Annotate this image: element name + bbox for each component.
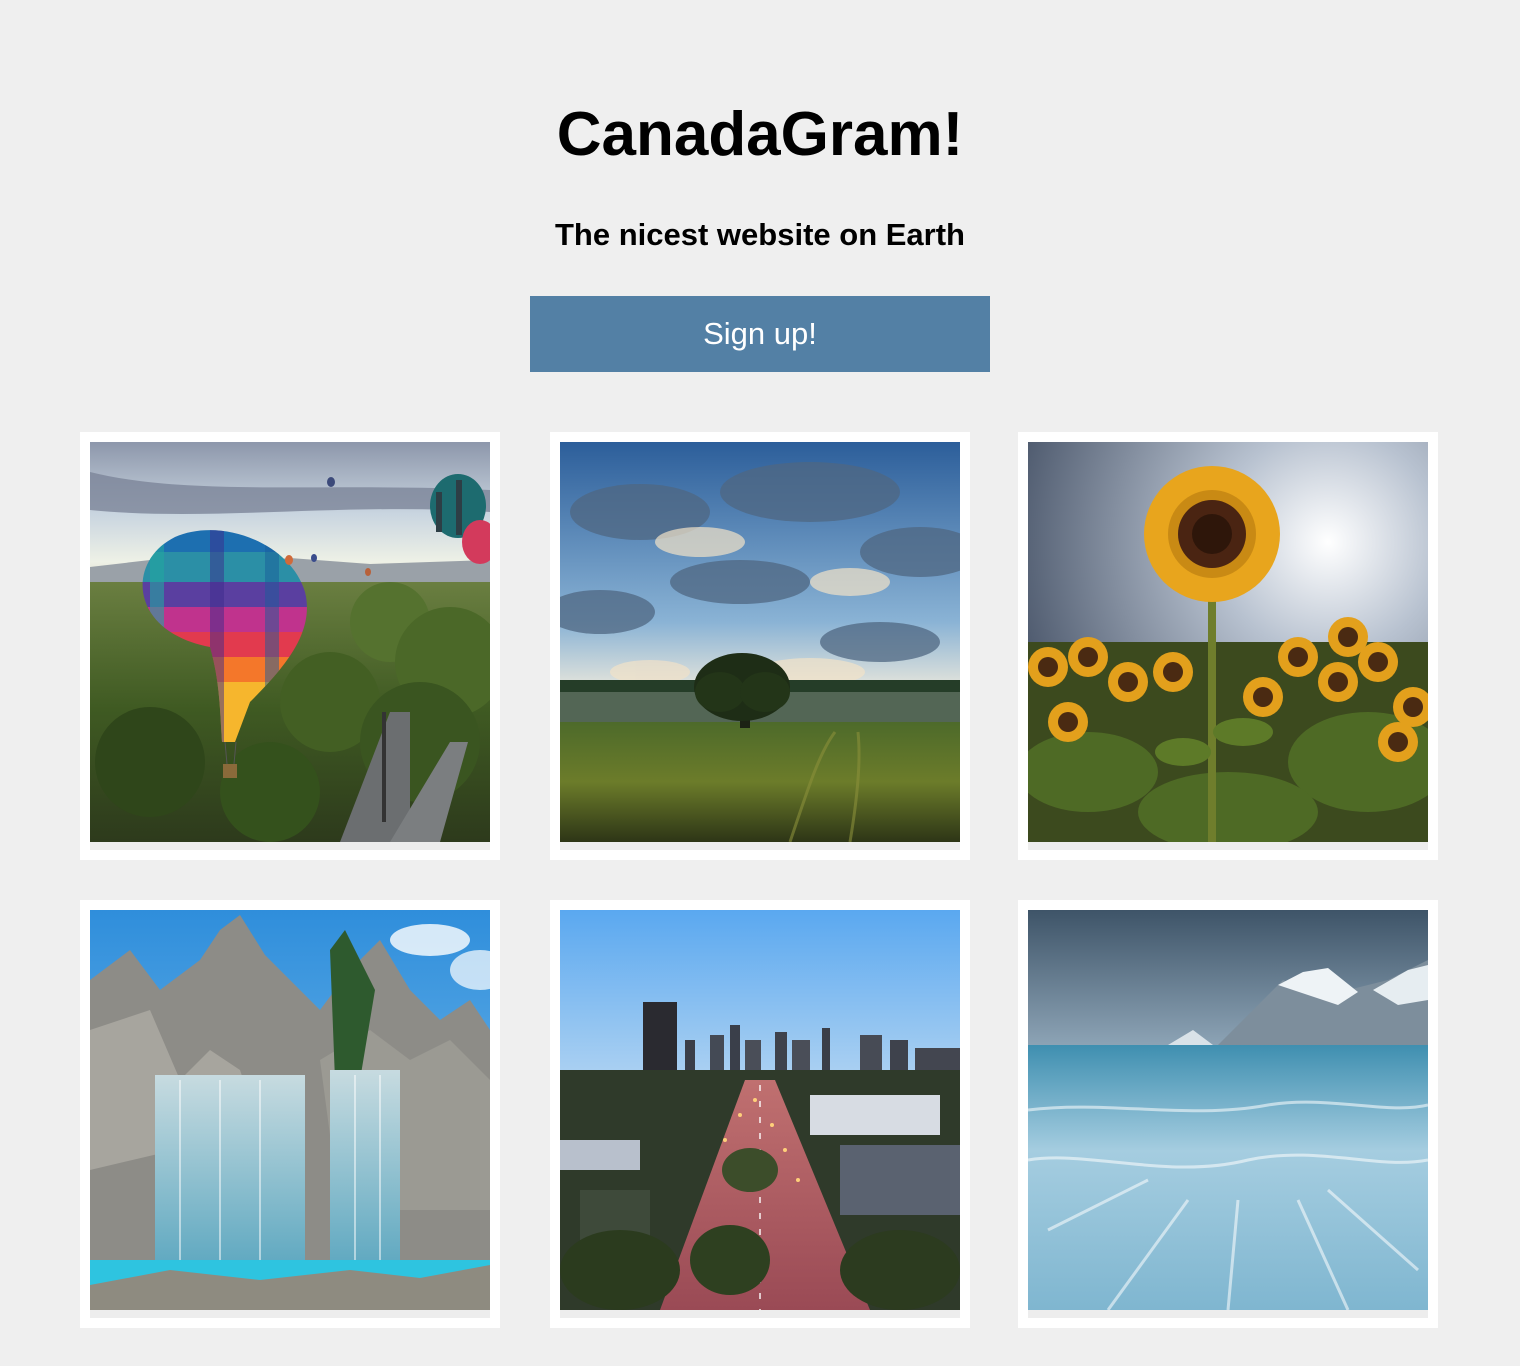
card-shadow: [1028, 1310, 1428, 1318]
waterfall-photo[interactable]: [90, 910, 490, 1310]
sunflowers-photo[interactable]: [1028, 442, 1428, 842]
gallery-card[interactable]: [80, 900, 500, 1328]
gallery-card[interactable]: [80, 432, 500, 860]
gallery-card[interactable]: [550, 432, 970, 860]
card-shadow: [90, 842, 490, 850]
tree-field-photo[interactable]: [560, 442, 960, 842]
card-shadow: [90, 1310, 490, 1318]
page-title: CanadaGram!: [556, 100, 964, 169]
card-shadow: [560, 842, 960, 850]
city-photo[interactable]: [560, 910, 960, 1310]
balloons-photo[interactable]: [90, 442, 490, 842]
gallery-card[interactable]: [550, 900, 970, 1328]
page-subtitle: The nicest website on Earth: [555, 217, 965, 252]
signup-button[interactable]: Sign up!: [530, 296, 990, 372]
card-shadow: [560, 1310, 960, 1318]
seascape-photo[interactable]: [1028, 910, 1428, 1310]
gallery-card[interactable]: [1018, 900, 1438, 1328]
gallery-card[interactable]: [1018, 432, 1438, 860]
card-shadow: [1028, 842, 1428, 850]
